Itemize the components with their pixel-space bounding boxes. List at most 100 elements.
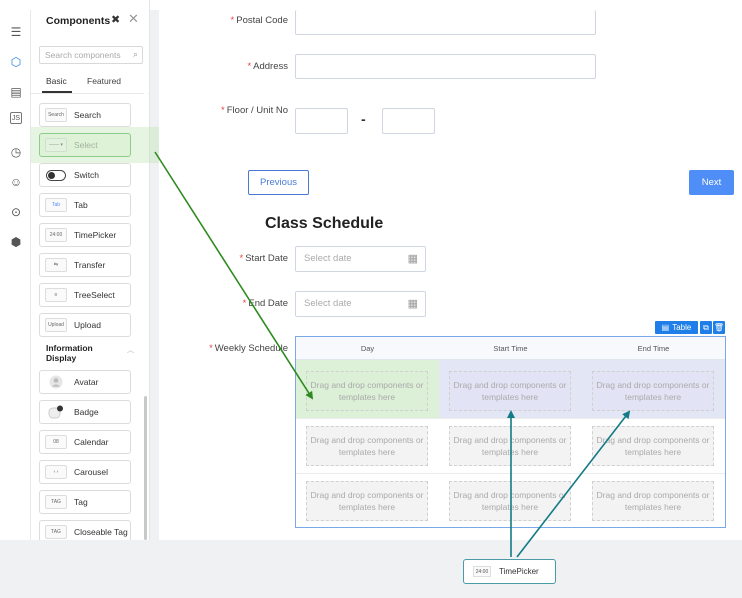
component-label: Closeable Tag <box>74 527 128 537</box>
component-label: Calendar <box>74 437 109 447</box>
drop-zone[interactable]: Drag and drop components or templates he… <box>306 371 428 411</box>
component-label: TreeSelect <box>74 290 115 300</box>
close-icon[interactable]: ✕ <box>128 11 139 27</box>
postal-code-label: * Postal Code <box>200 15 288 26</box>
component-label: Tag <box>74 497 88 507</box>
table-badge-icon: ▤ <box>661 323 670 332</box>
drop-zone[interactable]: Drag and drop components or templates he… <box>449 426 571 466</box>
search-input[interactable]: Search components ⌕ <box>39 46 143 64</box>
start-date-picker[interactable]: Select date ▦ <box>295 246 426 272</box>
component-label: Search <box>74 110 101 120</box>
closeable-tag-component-icon: TAG <box>45 525 67 539</box>
drop-zone[interactable]: Drag and drop components or templates he… <box>592 371 714 411</box>
tab-basic[interactable]: Basic <box>46 76 67 86</box>
drop-zone[interactable]: Drag and drop components or templates he… <box>306 426 428 466</box>
next-button[interactable]: Next <box>689 170 734 195</box>
component-label: Carousel <box>74 467 109 477</box>
copy-icon[interactable]: ⧉ <box>700 321 712 334</box>
panel-title: Components <box>46 15 111 27</box>
component-avatar[interactable]: Avatar <box>39 370 131 394</box>
tag-component-icon: TAG <box>45 495 67 509</box>
calendar-icon: ▦ <box>407 253 418 265</box>
drop-zone[interactable]: Drag and drop components or templates he… <box>592 426 714 466</box>
component-switch[interactable]: Switch <box>39 163 131 187</box>
required-mark: * <box>239 253 244 264</box>
floor-field[interactable] <box>295 108 348 134</box>
floor-unit-separator: - <box>361 111 366 127</box>
table-badge[interactable]: ▤ Table <box>655 321 698 334</box>
component-treeselect[interactable]: ≡ TreeSelect <box>39 283 131 307</box>
tool-rail: ☰ ⬡ ▤ JS ◷ ☺ ⊙ ⬢ <box>0 10 31 540</box>
package-icon[interactable]: ⬢ <box>8 234 24 250</box>
history-icon[interactable]: ◷ <box>8 144 24 160</box>
address-label-text: Address <box>253 61 288 72</box>
component-transfer[interactable]: ⇆ Transfer <box>39 253 131 277</box>
switch-component-icon <box>45 168 67 182</box>
active-tab-indicator <box>42 91 72 93</box>
weekly-schedule-label-text: Weekly Schedule <box>214 343 288 354</box>
previous-button[interactable]: Previous <box>248 170 309 195</box>
component-closeable-tag[interactable]: TAG Closeable Tag <box>39 520 131 540</box>
outline-icon[interactable]: ☰ <box>8 24 24 40</box>
calendar-icon: ▦ <box>407 298 418 310</box>
unit-field[interactable] <box>382 108 435 134</box>
component-label: TimePicker <box>74 230 117 240</box>
section-information-display[interactable]: Information Display <box>46 343 116 363</box>
postal-code-field[interactable] <box>295 10 596 35</box>
component-tab[interactable]: Tab Tab <box>39 193 131 217</box>
row-divider <box>296 473 725 474</box>
components-panel: Components ✖ ✕ Search components ⌕ Basic… <box>31 0 150 540</box>
js-icon[interactable]: JS <box>10 112 22 124</box>
end-date-label: * End Date <box>200 298 288 309</box>
treeselect-component-icon: ≡ <box>45 288 67 302</box>
tab-featured[interactable]: Featured <box>87 76 121 86</box>
timepicker-component-icon: 24:00 <box>45 228 67 242</box>
drop-zone[interactable]: Drag and drop components or templates he… <box>306 481 428 521</box>
component-label: Transfer <box>74 260 106 270</box>
drag-source-highlight <box>31 127 159 163</box>
table-badge-label: Table <box>672 323 692 332</box>
required-mark: * <box>247 61 252 72</box>
delete-icon[interactable]: 🗑 <box>713 321 725 334</box>
drop-zone[interactable]: Drag and drop components or templates he… <box>592 481 714 521</box>
required-mark: * <box>209 343 213 354</box>
component-label: Avatar <box>74 377 99 387</box>
settings-icon[interactable]: ⊙ <box>8 204 24 220</box>
component-label: Upload <box>74 320 101 330</box>
search-placeholder: Search components <box>45 50 121 60</box>
address-label: * Address <box>200 61 288 72</box>
timepicker-component-icon: 24:00 <box>473 566 491 577</box>
pin-icon[interactable]: ✖ <box>111 13 120 26</box>
weekly-schedule-label: * Weekly Schedule <box>196 343 288 354</box>
components-icon[interactable]: ⬡ <box>8 54 24 70</box>
start-date-label: * Start Date <box>200 253 288 264</box>
upload-component-icon: Upload <box>45 318 67 332</box>
component-calendar[interactable]: 08 Calendar <box>39 430 131 454</box>
drop-zone[interactable]: Drag and drop components or templates he… <box>449 481 571 521</box>
tab-divider <box>31 93 149 94</box>
chevron-up-icon[interactable]: ︿ <box>127 345 134 355</box>
robot-icon[interactable]: ☺ <box>8 174 24 190</box>
timepicker-drag-preview[interactable]: 24:00 TimePicker <box>463 559 556 584</box>
search-component-icon: Search <box>45 108 67 122</box>
component-search[interactable]: Search Search <box>39 103 131 127</box>
component-timepicker[interactable]: 24:00 TimePicker <box>39 223 131 247</box>
component-upload[interactable]: Upload Upload <box>39 313 131 337</box>
component-badge[interactable]: Badge <box>39 400 131 424</box>
component-carousel[interactable]: ‹ › Carousel <box>39 460 131 484</box>
required-mark: * <box>242 298 247 309</box>
component-tag[interactable]: TAG Tag <box>39 490 131 514</box>
end-date-picker[interactable]: Select date ▦ <box>295 291 426 317</box>
postal-code-label-text: Postal Code <box>236 15 288 26</box>
panel-scrollbar-thumb[interactable] <box>144 396 147 540</box>
address-field[interactable] <box>295 54 596 79</box>
database-icon[interactable]: ▤ <box>8 84 24 100</box>
required-mark: * <box>221 105 225 116</box>
badge-component-icon <box>45 405 67 419</box>
component-label: Tab <box>74 200 88 210</box>
column-header-day: Day <box>296 337 439 360</box>
start-date-label-text: Start Date <box>245 253 288 264</box>
component-label: Badge <box>74 407 99 417</box>
drop-zone[interactable]: Drag and drop components or templates he… <box>449 371 571 411</box>
floor-unit-label: * Floor / Unit No <box>200 105 288 116</box>
